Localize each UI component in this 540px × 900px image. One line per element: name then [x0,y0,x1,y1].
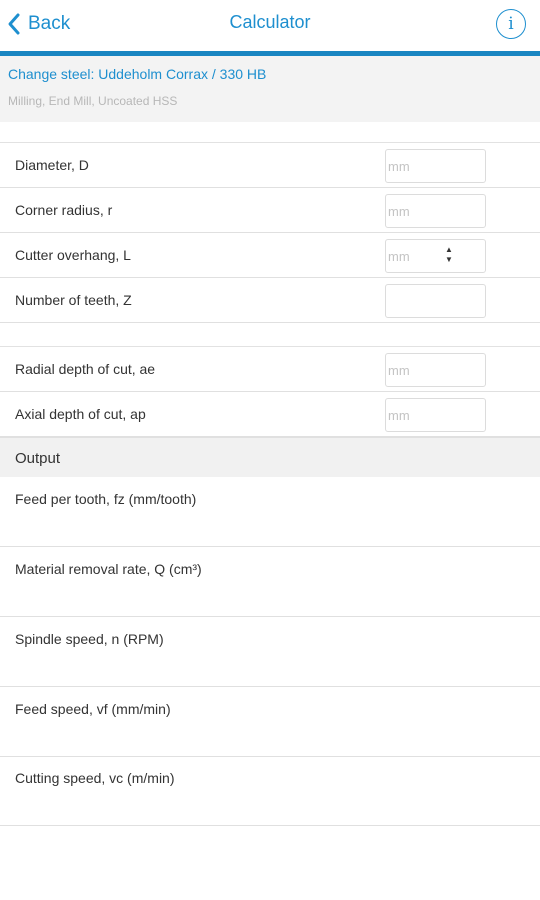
input-row-diameter: Diameter, D [0,143,540,188]
diameter-input[interactable] [385,149,486,183]
cutting-speed-label: Cutting speed, vc (m/min) [15,770,175,786]
radial-depth-input[interactable] [385,353,486,387]
diameter-label: Diameter, D [15,157,89,173]
corner-radius-input[interactable] [385,194,486,228]
radial-depth-label: Radial depth of cut, ae [15,361,156,377]
cutter-overhang-stepper[interactable]: ▲ ▼ [441,241,457,269]
stepper-down-icon[interactable]: ▼ [445,255,453,265]
axial-depth-label: Axial depth of cut, ap [15,406,146,422]
input-row-number-of-teeth: Number of teeth, Z [0,278,540,323]
operation-subtitle: Milling, End Mill, Uncoated HSS [8,94,178,108]
output-section-header: Output [0,437,540,477]
number-of-teeth-label: Number of teeth, Z [15,292,132,308]
input-row-axial-depth: Axial depth of cut, ap [0,392,540,437]
number-of-teeth-input[interactable] [385,284,486,318]
output-row-feed-per-tooth: Feed per tooth, fz (mm/tooth) [0,477,540,547]
output-header-label: Output [15,450,61,467]
page-title: Calculator [229,12,311,32]
input-row-corner-radius: Corner radius, r [0,188,540,233]
output-row-material-removal-rate: Material removal rate, Q (cm³) [0,547,540,617]
input-row-cutter-overhang: Cutter overhang, L ▲ ▼ [0,233,540,278]
input-row-radial-depth: Radial depth of cut, ae [0,347,540,392]
cutter-overhang-input[interactable] [385,239,486,273]
axial-depth-input[interactable] [385,398,486,432]
navigation-bar: Back Calculator i [0,0,540,56]
change-steel-link[interactable]: Change steel: Uddeholm Corrax / 330 HB [8,66,266,82]
material-section: Change steel: Uddeholm Corrax / 330 HB M… [0,56,540,122]
feed-per-tooth-label: Feed per tooth, fz (mm/tooth) [15,491,197,507]
cutter-overhang-label: Cutter overhang, L [15,247,131,263]
feed-speed-label: Feed speed, vf (mm/min) [15,701,171,717]
stepper-up-icon[interactable]: ▲ [445,245,453,255]
corner-radius-label: Corner radius, r [15,202,113,218]
material-removal-rate-label: Material removal rate, Q (cm³) [15,561,202,577]
info-icon[interactable]: i [496,9,526,39]
spindle-speed-label: Spindle speed, n (RPM) [15,631,164,647]
output-row-spindle-speed: Spindle speed, n (RPM) [0,617,540,687]
output-row-feed-speed: Feed speed, vf (mm/min) [0,687,540,757]
output-row-cutting-speed: Cutting speed, vc (m/min) [0,756,540,826]
